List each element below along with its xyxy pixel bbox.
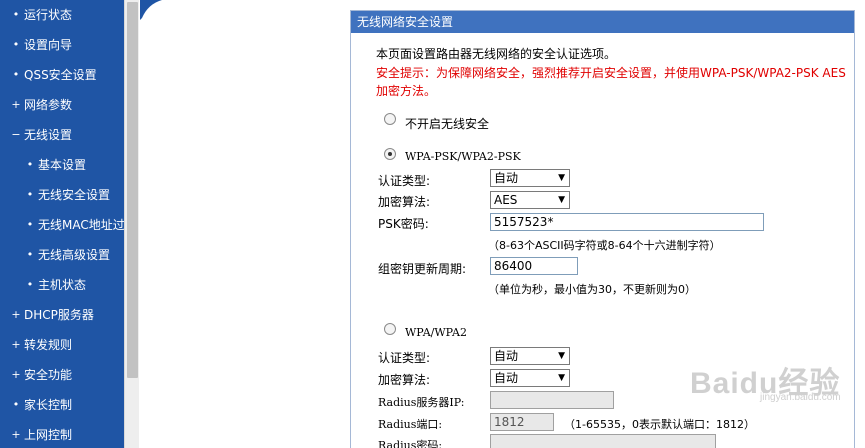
sidebar-scrollbar[interactable] bbox=[124, 0, 139, 448]
psk-auth-value: 自动 bbox=[494, 171, 519, 185]
wpa-auth-label: 认证类型: bbox=[378, 351, 431, 365]
psk-period-input[interactable]: 86400 bbox=[490, 257, 578, 275]
dropdown-arrow-icon: ▼ bbox=[558, 195, 565, 205]
psk-key-value: 5157523* bbox=[494, 215, 554, 229]
sidebar-item-label: QSS安全设置 bbox=[24, 68, 97, 82]
sidebar-item-dhcp-server[interactable]: + DHCP服务器 bbox=[0, 300, 124, 330]
radio-wpa[interactable] bbox=[384, 323, 396, 335]
security-warning-line1: 安全提示：为保障网络安全，强烈推荐开启安全设置，并使用WPA-PSK/WPA2-… bbox=[376, 66, 846, 80]
sidebar-item-label: 无线设置 bbox=[24, 128, 73, 142]
psk-enc-label: 加密算法: bbox=[378, 195, 431, 209]
sidebar-item-label: 上网控制 bbox=[24, 428, 73, 442]
dropdown-arrow-icon: ▼ bbox=[558, 373, 565, 383]
sidebar-item-forwarding-rules[interactable]: + 转发规则 bbox=[0, 330, 124, 360]
sidebar-item-label: 运行状态 bbox=[24, 8, 73, 22]
sidebar-item-wireless-security[interactable]: • 无线安全设置 bbox=[0, 180, 124, 210]
sidebar-item-label: 无线高级设置 bbox=[38, 248, 111, 262]
bullet-icon: • bbox=[26, 158, 34, 171]
sidebar-item-label: 设置向导 bbox=[24, 38, 73, 52]
expand-icon: + bbox=[11, 368, 21, 381]
sidebar-item-internet-control[interactable]: + 上网控制 bbox=[0, 420, 124, 448]
expand-icon: + bbox=[11, 428, 21, 441]
wpa-enc-value: 自动 bbox=[494, 371, 519, 385]
radius-port-label: Radius端口: bbox=[378, 418, 443, 431]
bullet-icon: • bbox=[26, 218, 34, 231]
expand-icon: + bbox=[11, 98, 21, 111]
decorative-curve bbox=[140, 0, 162, 20]
sidebar-item-host-status[interactable]: • 主机状态 bbox=[0, 270, 124, 300]
wpa-enc-select[interactable]: 自动 ▼ bbox=[490, 369, 570, 387]
scrollbar-thumb[interactable] bbox=[127, 2, 138, 378]
psk-auth-label: 认证类型: bbox=[378, 174, 431, 188]
sidebar-item-run-status[interactable]: • 运行状态 bbox=[0, 0, 124, 30]
security-warning-line2: 加密方法。 bbox=[376, 84, 437, 98]
radius-server-ip-label: Radius服务器IP: bbox=[378, 396, 465, 409]
psk-key-label: PSK密码: bbox=[378, 217, 429, 231]
sidebar-item-basic-settings[interactable]: • 基本设置 bbox=[0, 150, 124, 180]
sidebar-item-qss-security[interactable]: • QSS安全设置 bbox=[0, 60, 124, 90]
bullet-icon: • bbox=[12, 398, 20, 411]
psk-enc-value: AES bbox=[494, 193, 518, 207]
sidebar-item-label: 安全功能 bbox=[24, 368, 73, 382]
option-no-security-label: 不开启无线安全 bbox=[405, 117, 490, 131]
radio-wpa-psk[interactable] bbox=[384, 148, 396, 160]
radius-port-value: 1812 bbox=[494, 415, 525, 429]
bullet-icon: • bbox=[26, 278, 34, 291]
psk-key-hint: （8-63个ASCII码字符或8-64个十六进制字符） bbox=[488, 239, 721, 252]
wpa-auth-value: 自动 bbox=[494, 349, 519, 363]
expand-icon: + bbox=[11, 338, 21, 351]
sidebar-nav: • 运行状态 • 设置向导 • QSS安全设置 + 网络参数 − 无线设置 • … bbox=[0, 0, 124, 448]
collapse-icon: − bbox=[11, 128, 21, 141]
sidebar-item-network-params[interactable]: + 网络参数 bbox=[0, 90, 124, 120]
psk-auth-select[interactable]: 自动 ▼ bbox=[490, 169, 570, 187]
sidebar-item-label: 主机状态 bbox=[38, 278, 87, 292]
sidebar-item-wireless-advanced[interactable]: • 无线高级设置 bbox=[0, 240, 124, 270]
dropdown-arrow-icon: ▼ bbox=[558, 173, 565, 183]
sidebar-item-label: DHCP服务器 bbox=[24, 308, 94, 322]
psk-key-input[interactable]: 5157523* bbox=[490, 213, 764, 231]
bullet-icon: • bbox=[12, 38, 20, 51]
panel-title: 无线网络安全设置 bbox=[351, 11, 854, 33]
expand-icon: + bbox=[11, 308, 21, 321]
bullet-icon: • bbox=[26, 248, 34, 261]
watermark-sub-text: jingyan.baidu.com bbox=[760, 392, 841, 403]
psk-period-hint: （单位为秒，最小值为30，不更新则为0） bbox=[488, 283, 696, 296]
sidebar-item-parental-control[interactable]: • 家长控制 bbox=[0, 390, 124, 420]
bullet-icon: • bbox=[26, 188, 34, 201]
option-wpa-psk-label: WPA-PSK/WPA2-PSK bbox=[405, 150, 521, 163]
sidebar-item-label: 无线安全设置 bbox=[38, 188, 111, 202]
sidebar-item-mac-filter[interactable]: • 无线MAC地址过滤 bbox=[0, 210, 124, 240]
sidebar-item-security-functions[interactable]: + 安全功能 bbox=[0, 360, 124, 390]
bullet-icon: • bbox=[12, 68, 20, 81]
radius-port-hint: （1-65535，0表示默认端口：1812） bbox=[564, 418, 755, 431]
wpa-enc-label: 加密算法: bbox=[378, 373, 431, 387]
sidebar-item-label: 无线MAC地址过滤 bbox=[38, 218, 124, 232]
radius-server-ip-input[interactable] bbox=[490, 391, 614, 409]
psk-period-label: 组密钥更新周期: bbox=[378, 262, 467, 276]
radio-no-security[interactable] bbox=[384, 113, 396, 125]
sidebar-item-wireless-settings[interactable]: − 无线设置 bbox=[0, 120, 124, 150]
psk-enc-select[interactable]: AES ▼ bbox=[490, 191, 570, 209]
sidebar-item-label: 基本设置 bbox=[38, 158, 87, 172]
radius-password-label: Radius密码: bbox=[378, 439, 443, 448]
intro-text: 本页面设置路由器无线网络的安全认证选项。 bbox=[376, 47, 617, 61]
bullet-icon: • bbox=[12, 8, 20, 21]
baidu-watermark: Baidu经验 jingyan.baidu.com bbox=[690, 358, 841, 403]
radius-password-input[interactable] bbox=[490, 434, 716, 448]
psk-period-value: 86400 bbox=[494, 259, 533, 273]
sidebar-item-label: 转发规则 bbox=[24, 338, 73, 352]
sidebar-item-label: 网络参数 bbox=[24, 98, 73, 112]
option-wpa-label: WPA/WPA2 bbox=[405, 326, 467, 339]
dropdown-arrow-icon: ▼ bbox=[558, 351, 565, 361]
wpa-auth-select[interactable]: 自动 ▼ bbox=[490, 347, 570, 365]
sidebar-item-setup-wizard[interactable]: • 设置向导 bbox=[0, 30, 124, 60]
sidebar-item-label: 家长控制 bbox=[24, 398, 73, 412]
radius-port-input[interactable]: 1812 bbox=[490, 413, 554, 431]
